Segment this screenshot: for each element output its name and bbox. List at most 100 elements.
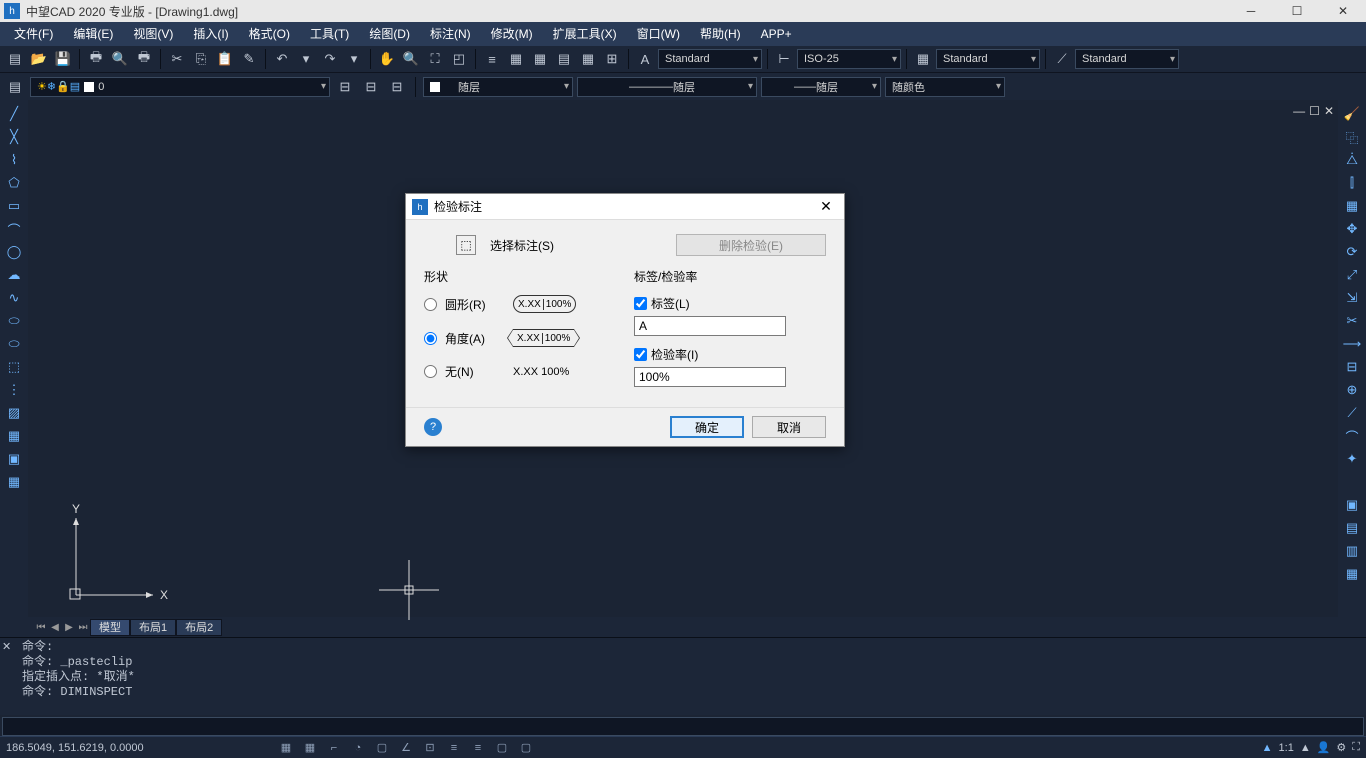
spline-icon[interactable]: ∿ bbox=[3, 288, 25, 308]
rt2-icon[interactable]: ▤ bbox=[1341, 518, 1363, 538]
props-icon[interactable]: ▦ bbox=[505, 48, 527, 70]
layerprev-icon[interactable]: ⊟ bbox=[334, 76, 356, 98]
zoomwin-icon[interactable]: ◰ bbox=[448, 48, 470, 70]
zoomext-icon[interactable]: ⛶ bbox=[424, 48, 446, 70]
menu-view[interactable]: 视图(V) bbox=[123, 22, 183, 46]
xline-icon[interactable]: ╳ bbox=[3, 127, 25, 147]
tab-prev-icon[interactable]: ◀ bbox=[48, 619, 62, 635]
help-icon[interactable]: ? bbox=[424, 418, 442, 436]
circle-icon[interactable]: ◯ bbox=[3, 242, 25, 262]
minimize-button[interactable]: ─ bbox=[1228, 0, 1274, 22]
plotstyle-dropdown[interactable]: 随颜色 bbox=[885, 77, 1005, 97]
menu-window[interactable]: 窗口(W) bbox=[627, 22, 690, 46]
snap-icon[interactable]: ▦ bbox=[276, 739, 296, 757]
tool6-icon[interactable]: ⊞ bbox=[601, 48, 623, 70]
copy-icon[interactable]: ⎘ bbox=[190, 48, 212, 70]
rate-input[interactable] bbox=[634, 367, 786, 387]
offset-icon[interactable]: ⫿ bbox=[1341, 173, 1363, 193]
tab-layout1[interactable]: 布局1 bbox=[130, 619, 176, 636]
dialog-close-icon[interactable]: ✕ bbox=[814, 198, 838, 215]
new-icon[interactable]: ▤ bbox=[4, 48, 26, 70]
delete-inspect-button[interactable]: 删除检验(E) bbox=[676, 234, 826, 256]
layers-icon[interactable]: ≡ bbox=[481, 48, 503, 70]
anno-icon[interactable]: ▲ bbox=[1262, 742, 1273, 754]
join-icon[interactable]: ⊕ bbox=[1341, 380, 1363, 400]
radio-round[interactable] bbox=[424, 298, 437, 311]
tab-model[interactable]: 模型 bbox=[90, 619, 130, 636]
mleaderstyle-dropdown[interactable]: Standard bbox=[1075, 49, 1179, 69]
fillet-icon[interactable]: ⌒ bbox=[1341, 426, 1363, 446]
polygon-icon[interactable]: ⬠ bbox=[3, 173, 25, 193]
point-icon[interactable]: ⋮ bbox=[3, 380, 25, 400]
menu-ext[interactable]: 扩展工具(X) bbox=[543, 22, 627, 46]
match-icon[interactable]: ✎ bbox=[238, 48, 260, 70]
maximize-button[interactable]: ☐ bbox=[1274, 0, 1320, 22]
tab-first-icon[interactable]: ⏮ bbox=[34, 619, 48, 635]
dimstyle-dropdown[interactable]: ISO-25 bbox=[797, 49, 901, 69]
check-rate[interactable] bbox=[634, 348, 647, 361]
sb-r3-icon[interactable]: ⚙ bbox=[1336, 741, 1346, 754]
select-dim-button[interactable]: ⬚ bbox=[456, 235, 476, 255]
tablestyle-dropdown[interactable]: Standard bbox=[936, 49, 1040, 69]
close-button[interactable]: ✕ bbox=[1320, 0, 1366, 22]
mirror-icon[interactable]: ⧊ bbox=[1341, 150, 1363, 170]
cmdpanel-close-icon[interactable]: ✕ bbox=[2, 640, 14, 652]
ortho-icon[interactable]: ⌐ bbox=[324, 739, 344, 757]
plot-icon[interactable]: 🖶 bbox=[133, 48, 155, 70]
dimstyle-icon[interactable]: ⊢ bbox=[773, 48, 795, 70]
open-icon[interactable]: 📂 bbox=[28, 48, 50, 70]
menu-help[interactable]: 帮助(H) bbox=[690, 22, 751, 46]
ellipsearc-icon[interactable]: ⬭ bbox=[3, 334, 25, 354]
tab-last-icon[interactable]: ⏭ bbox=[76, 619, 90, 635]
model-icon[interactable]: ≡ bbox=[468, 739, 488, 757]
osnap-icon[interactable]: ▢ bbox=[372, 739, 392, 757]
layeriso-icon[interactable]: ⊟ bbox=[360, 76, 382, 98]
menu-file[interactable]: 文件(F) bbox=[4, 22, 63, 46]
move-icon[interactable]: ✥ bbox=[1341, 219, 1363, 239]
revcloud-icon[interactable]: ☁ bbox=[3, 265, 25, 285]
color-dropdown[interactable]: 随层 bbox=[423, 77, 573, 97]
lwt-icon[interactable]: ≡ bbox=[444, 739, 464, 757]
trim-icon[interactable]: ✂ bbox=[1341, 311, 1363, 331]
menu-dimension[interactable]: 标注(N) bbox=[420, 22, 481, 46]
ellipse-icon[interactable]: ⬭ bbox=[3, 311, 25, 331]
lweight-dropdown[interactable]: —— 随层 bbox=[761, 77, 881, 97]
redo-dd-icon[interactable]: ▾ bbox=[343, 48, 365, 70]
canvas-close-icon[interactable]: ✕ bbox=[1324, 104, 1334, 118]
undo-icon[interactable]: ↶ bbox=[271, 48, 293, 70]
erase-icon[interactable]: 🧹 bbox=[1341, 104, 1363, 124]
fullscreen-icon[interactable]: ⛶ bbox=[1352, 741, 1360, 754]
sb2-icon[interactable]: ▢ bbox=[516, 739, 536, 757]
ok-button[interactable]: 确定 bbox=[670, 416, 744, 438]
menu-draw[interactable]: 绘图(D) bbox=[359, 22, 420, 46]
rt4-icon[interactable]: ▦ bbox=[1341, 564, 1363, 584]
preview-icon[interactable]: 🔍 bbox=[109, 48, 131, 70]
calc-icon[interactable]: ▤ bbox=[553, 48, 575, 70]
tab-next-icon[interactable]: ▶ bbox=[62, 619, 76, 635]
gradient-icon[interactable]: ▦ bbox=[3, 426, 25, 446]
layermgr-icon[interactable]: ▤ bbox=[4, 76, 26, 98]
arc-icon[interactable]: ⌒ bbox=[3, 219, 25, 239]
menu-insert[interactable]: 插入(I) bbox=[183, 22, 238, 46]
rectangle-icon[interactable]: ▭ bbox=[3, 196, 25, 216]
layer-dropdown[interactable]: ☀❄🔒▤ 0 bbox=[30, 77, 330, 97]
dyn-icon[interactable]: ⊡ bbox=[420, 739, 440, 757]
explode-icon[interactable]: ✦ bbox=[1341, 449, 1363, 469]
line-icon[interactable]: ╱ bbox=[3, 104, 25, 124]
stretch-icon[interactable]: ⇲ bbox=[1341, 288, 1363, 308]
block-icon[interactable]: ⬚ bbox=[3, 357, 25, 377]
extend-icon[interactable]: ⟶ bbox=[1341, 334, 1363, 354]
canvas-max-icon[interactable]: ☐ bbox=[1309, 104, 1320, 118]
undo-dd-icon[interactable]: ▾ bbox=[295, 48, 317, 70]
radio-none[interactable] bbox=[424, 365, 437, 378]
redo-icon[interactable]: ↷ bbox=[319, 48, 341, 70]
layeroff-icon[interactable]: ⊟ bbox=[386, 76, 408, 98]
mleaderstyle-icon[interactable]: ⟋ bbox=[1051, 48, 1073, 70]
paste-icon[interactable]: 📋 bbox=[214, 48, 236, 70]
textstyle-icon[interactable]: A bbox=[634, 48, 656, 70]
save-icon[interactable]: 💾 bbox=[52, 48, 74, 70]
zoom-icon[interactable]: 🔍 bbox=[400, 48, 422, 70]
label-input[interactable] bbox=[634, 316, 786, 336]
canvas-min-icon[interactable]: — bbox=[1293, 104, 1305, 118]
cut-icon[interactable]: ✂ bbox=[166, 48, 188, 70]
